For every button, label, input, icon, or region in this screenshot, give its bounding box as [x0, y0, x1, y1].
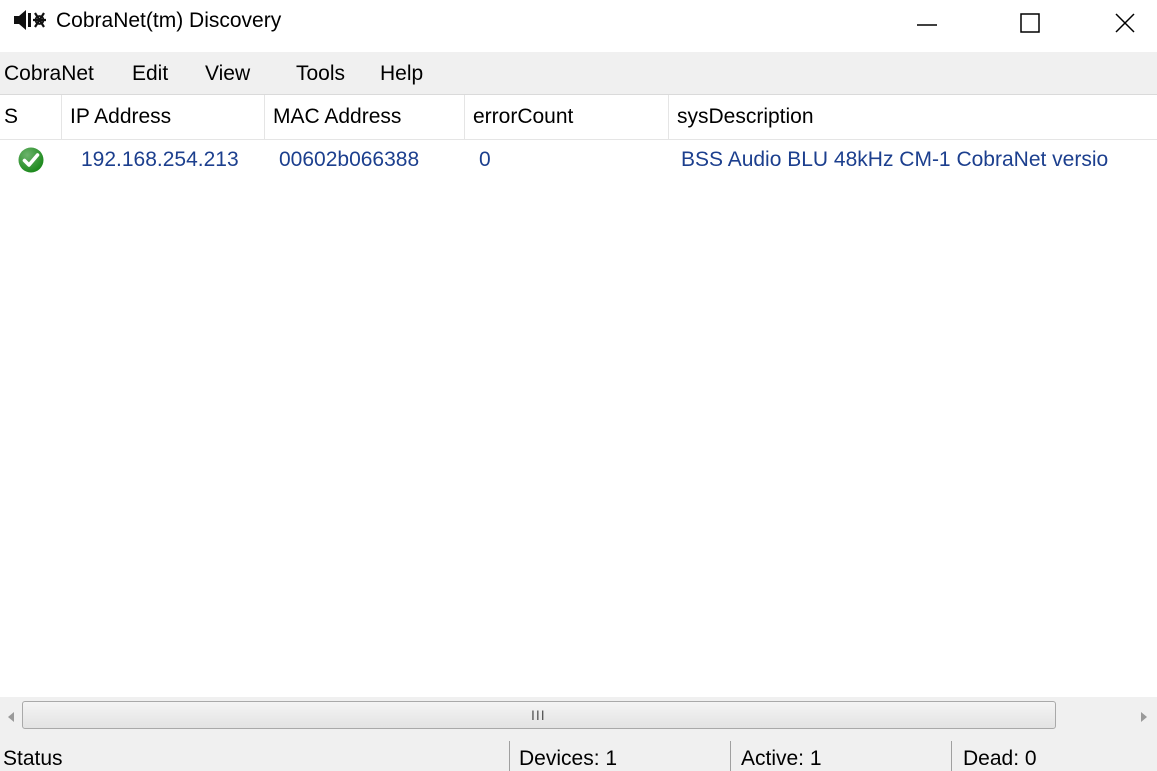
maximize-icon	[1020, 13, 1040, 33]
column-header-ip-address[interactable]: IP Address	[62, 95, 265, 139]
maximize-button[interactable]	[1002, 0, 1058, 46]
cell-mac-address: 00602b066388	[279, 148, 420, 171]
list-header: S IP Address MAC Address errorCount sysD…	[0, 95, 1157, 140]
menu-help[interactable]: Help	[378, 61, 425, 87]
close-button[interactable]	[1097, 0, 1153, 46]
status-separator	[730, 741, 731, 771]
device-list[interactable]: S IP Address MAC Address errorCount sysD…	[0, 95, 1157, 697]
arrow-right-icon	[1141, 712, 1147, 722]
column-header-mac-address[interactable]: MAC Address	[265, 95, 465, 139]
arrow-left-icon	[8, 712, 14, 722]
column-header-status[interactable]: S	[0, 95, 62, 139]
minimize-button[interactable]	[899, 0, 955, 46]
cell-sys-description: BSS Audio BLU 48kHz CM-1 CobraNet versio	[681, 148, 1109, 171]
minimize-icon	[917, 24, 937, 26]
menu-cobranet[interactable]: CobraNet	[2, 61, 96, 87]
check-icon	[18, 147, 44, 173]
cell-error-count: 0	[479, 148, 491, 171]
menu-bar: CobraNet Edit View Tools Help	[0, 52, 1157, 95]
status-label: Status	[3, 747, 63, 770]
scroll-right-button[interactable]	[1133, 707, 1155, 727]
menu-view[interactable]: View	[203, 61, 252, 87]
status-devices: Devices: 1	[519, 747, 618, 770]
scrollbar-thumb[interactable]: III	[22, 701, 1056, 729]
title-bar[interactable]: CobraNet(tm) Discovery	[0, 0, 1157, 50]
main-window: CobraNet(tm) Discovery CobraNet Edit Vie…	[0, 0, 1157, 771]
status-dead: Dead: 0	[963, 747, 1037, 770]
close-icon	[1115, 13, 1135, 33]
horizontal-scrollbar[interactable]: III	[0, 697, 1157, 737]
status-separator	[509, 741, 510, 771]
status-bar: Status Devices: 1 Active: 1 Dead: 0	[0, 737, 1157, 771]
status-separator	[951, 741, 952, 771]
column-header-error-count[interactable]: errorCount	[465, 95, 669, 139]
cell-ip-address: 192.168.254.213	[81, 148, 239, 171]
window-title: CobraNet(tm) Discovery	[56, 9, 282, 32]
scrollbar-grip: III	[531, 707, 546, 723]
status-active: Active: 1	[741, 747, 822, 770]
speaker-icon	[14, 10, 46, 30]
menu-edit[interactable]: Edit	[130, 61, 170, 87]
menu-tools[interactable]: Tools	[294, 61, 347, 87]
table-row[interactable]: 192.168.254.213 00602b066388 0 BSS Audio…	[0, 141, 1157, 179]
column-header-sys-description[interactable]: sysDescription	[669, 95, 1157, 139]
scroll-left-button[interactable]	[0, 707, 22, 727]
